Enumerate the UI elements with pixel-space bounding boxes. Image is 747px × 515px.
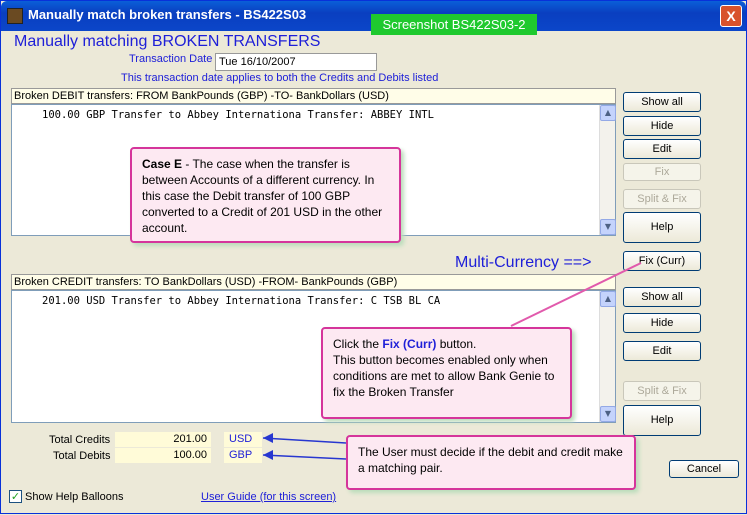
- fix-curr-suffix: button.: [436, 337, 477, 351]
- edit-debit-button[interactable]: Edit: [623, 139, 701, 159]
- debit-list-item[interactable]: 100.00 GBP Transfer to Abbey Internation…: [42, 109, 434, 121]
- show-all-debit-button[interactable]: Show all: [623, 92, 701, 112]
- user-guide-link[interactable]: User Guide (for this screen): [201, 491, 336, 503]
- fix-curr-text: This button becomes enabled only when co…: [333, 353, 555, 399]
- credit-list-item[interactable]: 201.00 USD Transfer to Abbey Internation…: [42, 295, 440, 307]
- transaction-date-note: This transaction date applies to both th…: [121, 72, 439, 84]
- hide-debit-button[interactable]: Hide: [623, 116, 701, 136]
- show-all-credit-button[interactable]: Show all: [623, 287, 701, 307]
- total-debits-value: 100.00: [115, 448, 211, 463]
- total-credits-label: Total Credits: [49, 434, 111, 446]
- fix-curr-balloon: Click the Fix (Curr) button. This button…: [321, 327, 572, 419]
- multi-currency-label: Multi-Currency ==>: [455, 254, 592, 271]
- case-e-balloon: Case E - The case when the transfer is b…: [130, 147, 401, 243]
- case-e-title: Case E: [142, 157, 183, 171]
- credit-list-header: Broken CREDIT transfers: TO BankDollars …: [11, 274, 616, 290]
- transaction-date-field[interactable]: Tue 16/10/2007: [215, 53, 377, 71]
- split-fix-credit-button[interactable]: Split & Fix: [623, 381, 701, 401]
- edit-credit-button[interactable]: Edit: [623, 341, 701, 361]
- debit-scrollbar[interactable]: ▲ ▼: [599, 105, 616, 235]
- debits-currency: GBP: [224, 448, 262, 463]
- app-icon: [7, 8, 23, 24]
- scroll-up-icon[interactable]: ▲: [600, 105, 616, 121]
- gbp-arrowhead-icon: [263, 450, 273, 460]
- screenshot-badge: Screenshot BS422S03-2: [371, 14, 537, 35]
- help-credit-button[interactable]: Help: [623, 405, 701, 436]
- help-debit-button[interactable]: Help: [623, 212, 701, 243]
- fix-curr-prefix: Click the: [333, 337, 383, 351]
- fix-curr-emphasis: Fix (Curr): [382, 337, 437, 351]
- gbp-arrow-line: [262, 454, 347, 460]
- scroll-down-icon[interactable]: ▼: [600, 219, 616, 235]
- dialog-window: Manually match broken transfers - BS422S…: [0, 0, 747, 514]
- window-title: Manually match broken transfers - BS422S…: [28, 7, 307, 22]
- total-credits-value: 201.00: [115, 432, 211, 447]
- transaction-date-label: Transaction Date: [129, 53, 213, 65]
- scroll-up-icon[interactable]: ▲: [600, 291, 616, 307]
- show-help-balloons-label: Show Help Balloons: [25, 491, 124, 503]
- show-help-balloons-checkbox[interactable]: ✓: [9, 490, 22, 503]
- user-decide-balloon: The User must decide if the debit and cr…: [346, 435, 636, 490]
- close-button[interactable]: X: [720, 5, 742, 27]
- credit-scrollbar[interactable]: ▲ ▼: [599, 291, 616, 422]
- debit-list-header: Broken DEBIT transfers: FROM BankPounds …: [11, 88, 616, 104]
- split-fix-debit-button[interactable]: Split & Fix: [623, 189, 701, 209]
- hide-credit-button[interactable]: Hide: [623, 313, 701, 333]
- cancel-button[interactable]: Cancel: [669, 460, 739, 478]
- scroll-down-icon[interactable]: ▼: [600, 406, 616, 422]
- fix-button[interactable]: Fix: [623, 163, 701, 181]
- page-heading: Manually matching BROKEN TRANSFERS: [14, 33, 321, 50]
- usd-arrowhead-icon: [263, 433, 273, 443]
- credits-currency: USD: [224, 432, 262, 447]
- fix-curr-button[interactable]: Fix (Curr): [623, 251, 701, 271]
- usd-arrow-line: [262, 437, 347, 444]
- total-debits-label: Total Debits: [53, 450, 111, 462]
